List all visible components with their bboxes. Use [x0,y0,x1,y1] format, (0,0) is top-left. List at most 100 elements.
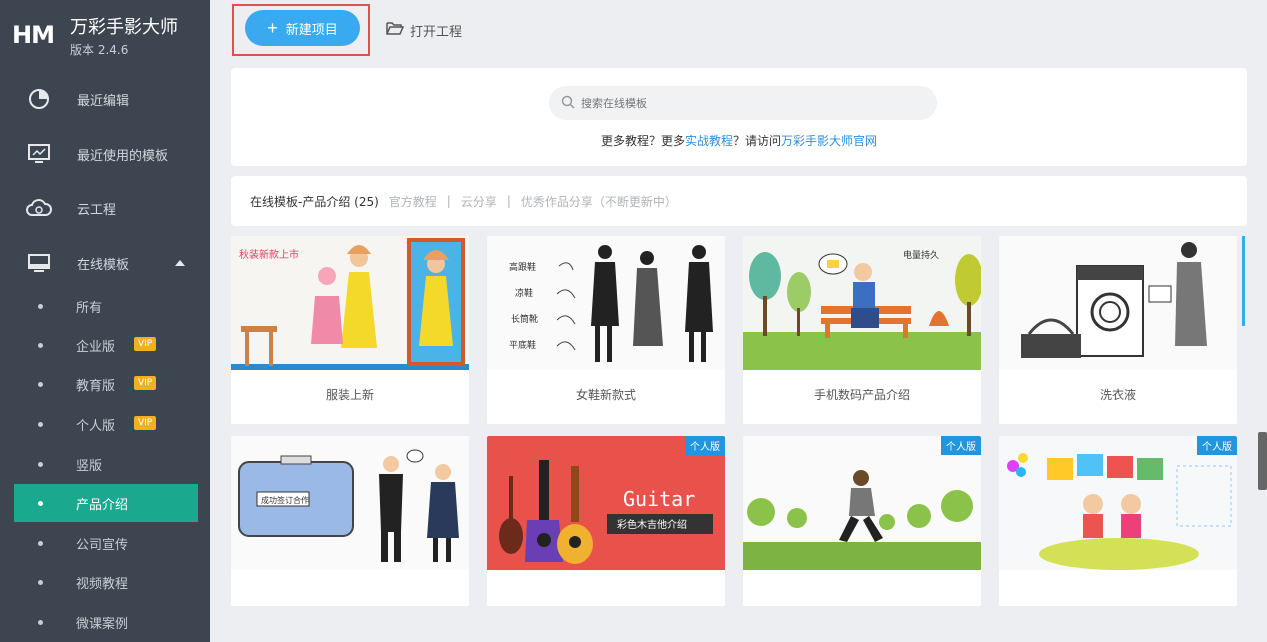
sidebar-sub-item-enterprise[interactable]: 企业版 VIP [14,326,198,364]
official-site-link[interactable]: 万彩手影大师官网 [781,134,877,148]
pie-chart-icon [26,86,52,112]
template-title: 服装上新 [325,388,374,402]
separator: | [506,194,511,208]
sidebar-sub-item-personal[interactable]: 个人版 VIP [14,405,198,443]
bullet-icon [38,381,43,387]
sidebar-item-label: 最近使用的模板 [77,148,169,164]
card-text: 平底鞋 [509,339,536,351]
sidebar-item-recent-templates[interactable]: 最近使用的模板 [0,134,210,174]
vip-badge: VIP [134,416,157,430]
app-version: 版本 2.4.6 [70,42,129,57]
sidebar-sub-item-video-tutorial[interactable]: 视频教程 [14,563,198,601]
sub-item-label: 企业版 [76,339,116,355]
search-icon [561,94,575,113]
card-text: 长筒靴 [511,313,538,325]
official-tutorial-link[interactable]: 官方教程 [389,193,437,210]
sub-item-label: 视频教程 [76,576,129,592]
bullet-icon [38,342,43,348]
template-card[interactable]: 洗衣液 [999,236,1237,424]
card-text: 成功签订合作 [261,495,309,505]
bullet-icon [38,540,43,546]
cloud-icon [26,195,52,221]
template-card[interactable]: 个人版 [743,436,981,606]
card-text: 电量持久 [903,249,939,261]
edition-tag: 个人版 [1197,436,1237,455]
sidebar-sub-item-micro-course[interactable]: 微课案例 [14,603,198,641]
list-scroll-indicator[interactable] [1242,236,1245,326]
bullet-icon [38,500,43,506]
sidebar-sub-item-product-intro[interactable]: 产品介绍 [14,484,198,522]
chevron-up-icon [175,260,185,266]
monitor-icon [26,141,52,167]
template-thumbnail: 成功签订合作 [231,436,469,570]
template-title: 女鞋新款式 [575,388,636,402]
sidebar-sub-item-education[interactable]: 教育版 VIP [14,365,198,403]
sidebar-item-cloud-project[interactable]: 云工程 [0,188,210,228]
tutorial-link[interactable]: 实战教程 [685,134,733,148]
bullet-icon [38,579,43,585]
sub-item-label: 竖版 [76,458,103,474]
edition-tag: 个人版 [685,436,725,455]
category-bar: 在线模板-产品介绍 (25) 官方教程 | 云分享 | 优秀作品分享（不断更新中… [231,176,1247,226]
help-mid: ？请访问 [733,134,782,148]
search-panel: 更多教程？更多实战教程？请访问万彩手影大师官网 [231,68,1247,166]
sidebar-item-label: 云工程 [77,202,117,218]
card-text: 高跟鞋 [509,261,536,273]
new-project-button[interactable]: + 新建项目 [245,10,360,46]
sub-item-label: 产品介绍 [76,497,129,513]
open-project-button[interactable]: 打开工程 [386,20,462,40]
template-card[interactable]: 高跟鞋 凉鞋 长筒靴 平底鞋 女鞋新款式 [487,236,725,424]
sidebar-sub-item-vertical[interactable]: 竖版 [14,445,198,483]
template-card[interactable]: 电量持久 手机数码产品介绍 [743,236,981,424]
template-thumbnail: 高跟鞋 凉鞋 长筒靴 平底鞋 [487,236,725,370]
template-title: 洗衣液 [1099,388,1136,402]
bullet-icon [38,619,43,625]
template-thumbnail: 个人版 [999,436,1237,570]
cloud-share-link[interactable]: 云分享 [461,193,497,210]
template-title: 手机数码产品介绍 [813,388,910,402]
help-prefix: 更多教程？更多 [600,134,685,148]
sidebar-sub-item-company-promo[interactable]: 公司宣传 [14,524,198,562]
template-thumbnail [999,236,1237,370]
card-text: Guitar [623,487,695,511]
sub-item-label: 个人版 [76,418,116,434]
app-logo: HM [12,21,55,49]
bullet-icon [38,303,43,309]
card-banner-text: 秋装新款上市 [239,248,299,261]
sub-item-label: 微课案例 [76,616,129,632]
showcase-link[interactable]: 优秀作品分享（不断更新中） [521,193,677,210]
template-card[interactable]: Guitar 彩色木吉他介绍 个人版 [487,436,725,606]
vip-badge: VIP [134,376,157,390]
brand: HM 万彩手影大师 版本 2.4.6 [0,0,210,70]
sidebar-item-label: 在线模板 [77,257,130,273]
desktop-icon [26,250,52,276]
sidebar-item-recent-edit[interactable]: 最近编辑 [0,79,210,119]
plus-icon: + [267,18,278,38]
template-card[interactable]: 个人版 [999,436,1237,606]
edition-tag: 个人版 [941,436,981,455]
template-card[interactable]: 成功签订合作 [231,436,469,606]
search-input[interactable] [581,96,901,110]
sidebar-sub-item-all[interactable]: 所有 [14,287,198,325]
category-title: 在线模板-产品介绍 (25) [250,194,379,209]
scrollbar-handle[interactable] [1258,432,1267,490]
new-project-label: 新建项目 [285,21,338,37]
template-thumbnail: 秋装新款上市 [231,236,469,370]
template-thumbnail: 电量持久 [743,236,981,370]
sidebar-item-label: 最近编辑 [77,93,130,109]
template-thumbnail: Guitar 彩色木吉他介绍 个人版 [487,436,725,570]
card-text: 凉鞋 [515,287,533,299]
template-thumbnail: 个人版 [743,436,981,570]
sidebar: HM 万彩手影大师 版本 2.4.6 最近编辑 最近使用的模板 云工程 在线模板… [0,0,210,642]
folder-open-icon [386,21,405,39]
open-project-label: 打开工程 [410,24,463,40]
search-box[interactable] [549,86,937,120]
vip-badge: VIP [134,337,157,351]
bullet-icon [38,461,43,467]
help-line: 更多教程？更多实战教程？请访问万彩手影大师官网 [231,132,1247,149]
sub-item-label: 教育版 [76,378,116,394]
sidebar-item-online-templates[interactable]: 在线模板 [0,243,210,283]
sub-item-label: 所有 [76,300,103,316]
template-card[interactable]: 秋装新款上市 服装上新 [231,236,469,424]
card-text: 彩色木吉他介绍 [617,518,687,531]
